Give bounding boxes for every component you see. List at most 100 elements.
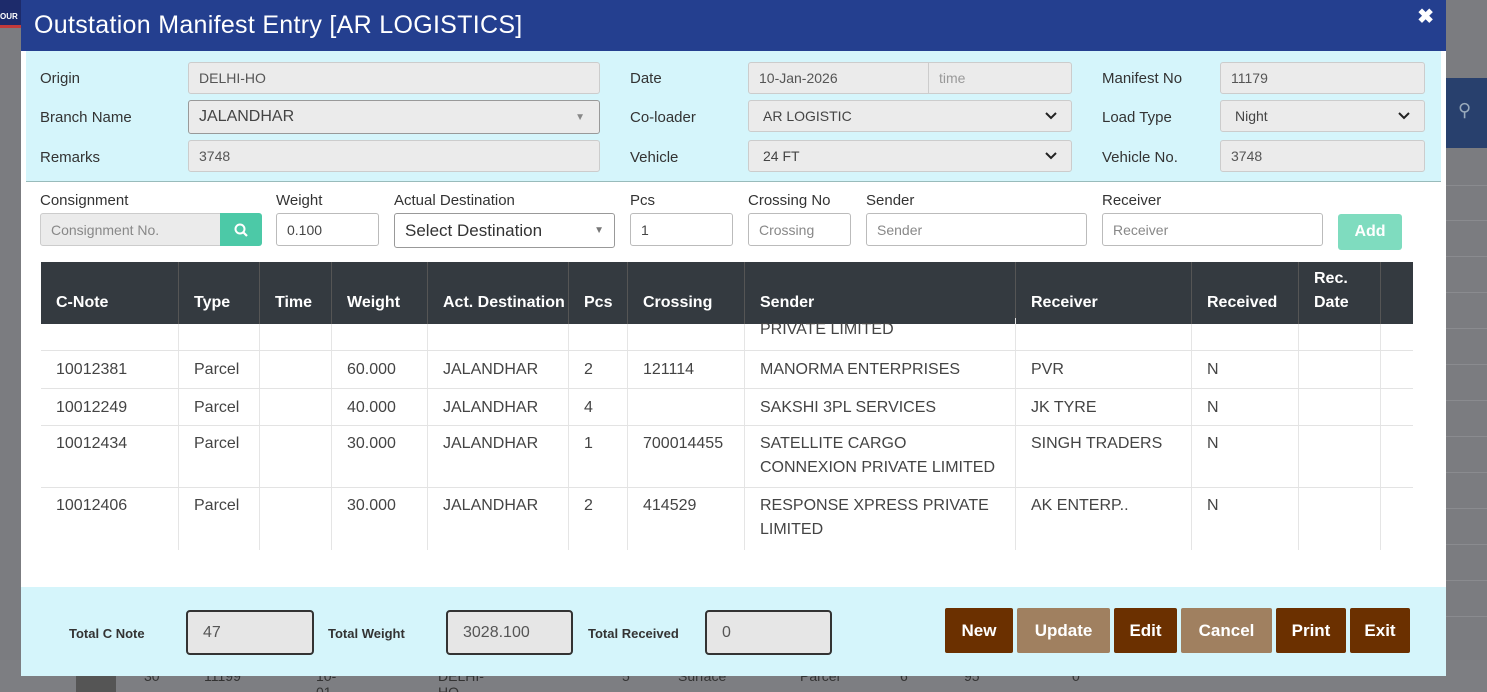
- table-cell: [1299, 488, 1381, 550]
- table-cell: SATELLITE CARGO CONNEXION PRIVATE LIMITE…: [745, 426, 1016, 487]
- consignment-search-button[interactable]: [220, 213, 262, 246]
- column-header[interactable]: C-Note: [41, 262, 179, 324]
- background-divider: [1446, 472, 1487, 473]
- table-cell: PRIVATE LIMITED: [745, 318, 1016, 350]
- table-cell: 414529: [628, 488, 745, 550]
- receiver-input[interactable]: Receiver: [1102, 213, 1323, 246]
- vehicle-select[interactable]: 24 FT: [748, 140, 1072, 172]
- table-row[interactable]: 10012249 Parcel 40.000 JALANDHAR 4 SAKSH…: [41, 389, 1413, 426]
- table-cell: [260, 351, 332, 388]
- table-cell: 60.000: [332, 351, 428, 388]
- table-cell: [1299, 389, 1381, 425]
- coloader-select[interactable]: AR LOGISTIC: [748, 100, 1072, 132]
- column-header[interactable]: Pcs: [569, 262, 628, 324]
- table-cell: [1299, 351, 1381, 388]
- column-header[interactable]: Crossing: [628, 262, 745, 324]
- search-icon: ⚲: [1458, 100, 1472, 120]
- column-header-spacer: [1381, 262, 1413, 324]
- origin-field[interactable]: DELHI-HO: [188, 62, 600, 94]
- table-row[interactable]: 10012381 Parcel 60.000 JALANDHAR 2 12111…: [41, 351, 1413, 389]
- background-divider: [1446, 364, 1487, 365]
- origin-label: Origin: [40, 70, 81, 87]
- date-field[interactable]: 10-Jan-2026: [748, 62, 929, 94]
- table-cell: [1192, 324, 1299, 350]
- column-header[interactable]: Act. Destination: [428, 262, 569, 324]
- table-cell: Parcel: [179, 351, 260, 388]
- vehicle-no-field[interactable]: 3748: [1220, 140, 1425, 172]
- table-cell: 10012249: [41, 389, 179, 425]
- modal-header: Outstation Manifest Entry [AR LOGISTICS]…: [21, 0, 1446, 51]
- total-cnote-label: Total C Note: [69, 626, 145, 641]
- table-cell: [41, 324, 179, 350]
- search-icon: [234, 223, 248, 237]
- table-cell: 121114: [628, 351, 745, 388]
- table-cell: N: [1192, 351, 1299, 388]
- close-icon[interactable]: ✖: [1417, 4, 1434, 29]
- load-type-label: Load Type: [1102, 109, 1172, 126]
- table-cell: Parcel: [179, 426, 260, 487]
- table-cell: 700014455: [628, 426, 745, 487]
- load-type-select[interactable]: Night: [1220, 100, 1425, 132]
- table-cell: JK TYRE: [1016, 389, 1192, 425]
- table-cell: [260, 488, 332, 550]
- print-button[interactable]: Print: [1276, 608, 1346, 653]
- table-cell: JALANDHAR: [428, 389, 569, 425]
- background-logo: OUR: [0, 0, 22, 28]
- column-header[interactable]: Sender: [745, 262, 1016, 324]
- background-divider: [1446, 616, 1487, 617]
- edit-button[interactable]: Edit: [1114, 608, 1177, 653]
- table-cell: 10012406: [41, 488, 179, 550]
- table-row[interactable]: PRIVATE LIMITED: [41, 318, 1413, 351]
- column-header[interactable]: Weight: [332, 262, 428, 324]
- date-label: Date: [630, 70, 662, 87]
- dropdown-caret-icon: ▼: [594, 225, 604, 236]
- table-cell: [1299, 324, 1381, 350]
- table-cell: JALANDHAR: [428, 426, 569, 487]
- remarks-label: Remarks: [40, 149, 101, 166]
- table-cell: 1: [569, 426, 628, 487]
- modal-title: Outstation Manifest Entry [AR LOGISTICS]: [34, 11, 523, 39]
- table-row[interactable]: 10012406 Parcel 30.000 JALANDHAR 2 41452…: [41, 488, 1413, 550]
- destination-select[interactable]: Select Destination ▼: [394, 213, 615, 248]
- table-row[interactable]: 10012434 Parcel 30.000 JALANDHAR 1 70001…: [41, 426, 1413, 488]
- column-header[interactable]: Time: [260, 262, 332, 324]
- sender-input[interactable]: Sender: [866, 213, 1087, 246]
- table-cell: [569, 324, 628, 350]
- chevron-down-icon: [1045, 112, 1057, 120]
- manifest-no-field[interactable]: 11179: [1220, 62, 1425, 94]
- background-divider: [1446, 580, 1487, 581]
- time-field[interactable]: time: [928, 62, 1072, 94]
- background-divider: [1446, 436, 1487, 437]
- destination-label: Actual Destination: [394, 192, 515, 209]
- total-received-field: 0: [705, 610, 832, 655]
- remarks-field[interactable]: 3748: [188, 140, 600, 172]
- table-cell: 2: [569, 488, 628, 550]
- exit-button[interactable]: Exit: [1350, 608, 1410, 653]
- manifest-grid: C-Note Type Time Weight Act. Destination…: [41, 262, 1413, 550]
- background-divider: [1446, 328, 1487, 329]
- coloader-select-value: AR LOGISTIC: [763, 108, 852, 124]
- total-weight-label: Total Weight: [328, 626, 405, 641]
- crossing-input[interactable]: Crossing: [748, 213, 851, 246]
- total-received-label: Total Received: [588, 626, 679, 641]
- update-button[interactable]: Update: [1017, 608, 1110, 653]
- column-header[interactable]: Receiver: [1016, 262, 1192, 324]
- table-cell: JALANDHAR: [428, 351, 569, 388]
- table-cell: [428, 324, 569, 350]
- column-header[interactable]: Received: [1192, 262, 1299, 324]
- cancel-button[interactable]: Cancel: [1181, 608, 1272, 653]
- branch-select[interactable]: JALANDHAR ▼: [188, 100, 600, 134]
- column-header[interactable]: Rec. Date: [1299, 262, 1381, 324]
- consignment-input[interactable]: Consignment No.: [40, 213, 221, 246]
- manifest-header-form: Origin DELHI-HO Branch Name JALANDHAR ▼ …: [26, 51, 1441, 182]
- vehicle-no-label: Vehicle No.: [1102, 149, 1178, 166]
- branch-select-value: JALANDHAR: [199, 108, 295, 125]
- table-cell: [332, 324, 428, 350]
- new-button[interactable]: New: [945, 608, 1013, 653]
- column-header[interactable]: Type: [179, 262, 260, 324]
- chevron-down-icon: [1045, 152, 1057, 160]
- add-button[interactable]: Add: [1338, 214, 1402, 250]
- pcs-input[interactable]: 1: [630, 213, 733, 246]
- table-cell: 10012381: [41, 351, 179, 388]
- weight-input[interactable]: 0.100: [276, 213, 379, 246]
